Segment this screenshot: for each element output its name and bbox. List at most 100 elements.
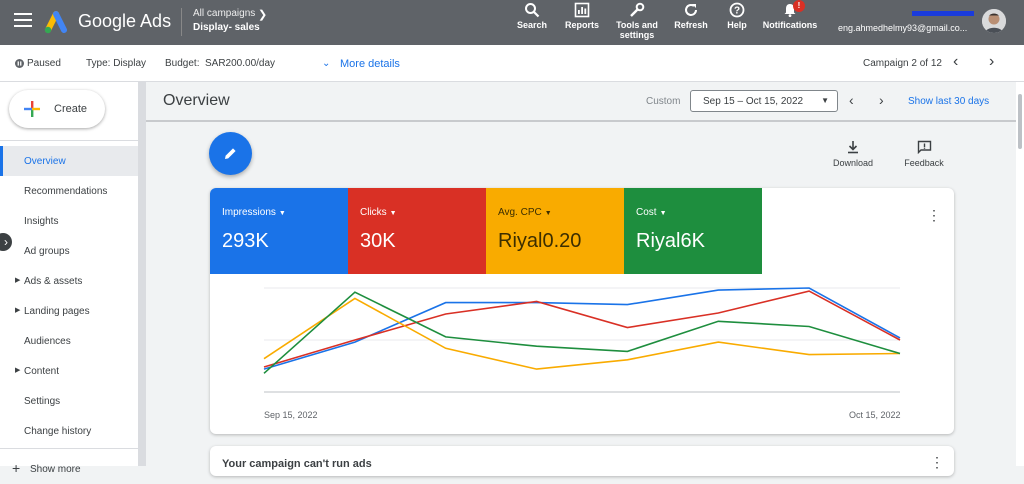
campaign-type: Type: Display (86, 58, 147, 69)
campaign-scope[interactable]: All campaigns (193, 8, 255, 19)
show-last-30-days-link[interactable]: Show last 30 days (908, 96, 989, 107)
series-line-clicks (263, 290, 901, 368)
help-icon: ? (729, 2, 745, 18)
prev-date-icon[interactable]: ‹ (849, 92, 854, 108)
more-options-icon[interactable]: ⋮ (927, 208, 941, 222)
google-ads-logo (44, 11, 67, 34)
more-details-link[interactable]: More details (340, 58, 400, 70)
feedback-label: Feedback (904, 158, 944, 168)
budget-value[interactable]: SAR200.00/day (205, 58, 275, 69)
sidebar-item-ads-assets[interactable]: ▶ Ads & assets (0, 266, 138, 296)
feedback-icon (917, 140, 931, 154)
account-email[interactable]: eng.ahmedhelmy93@gmail.co... (838, 23, 967, 33)
search-button[interactable]: Search (516, 2, 548, 30)
sidebar-item-label: Change history (24, 426, 92, 437)
next-campaign-icon[interactable]: › (989, 53, 994, 71)
x-tick-label-end: Oct 15, 2022 (849, 410, 901, 420)
metric-value: Riyal0.20 (498, 230, 582, 252)
dropdown-arrow-icon: ▼ (544, 210, 552, 217)
notification-badge: ! (793, 0, 805, 12)
dropdown-arrow-icon: ▼ (278, 210, 286, 217)
download-label: Download (832, 158, 874, 168)
reports-label: Reports (564, 20, 599, 30)
sidebar-item-label: Recommendations (24, 186, 108, 197)
metric-tile-clicks[interactable]: Clicks ▼ 30K (348, 188, 486, 274)
dropdown-arrow-icon: ▼ (821, 96, 829, 105)
account-highlight (912, 11, 974, 16)
budget-label: Budget: (165, 58, 200, 69)
pencil-icon (225, 148, 236, 159)
sidebar-divider (0, 140, 138, 141)
user-photo (982, 9, 1006, 33)
sidebar-item-show-more[interactable]: + Show more (0, 454, 138, 484)
metric-label: Cost (636, 207, 657, 218)
wrench-icon (630, 2, 645, 17)
download-button[interactable]: Download (830, 140, 876, 168)
refresh-button[interactable]: Refresh (672, 2, 710, 30)
create-button[interactable]: Create (9, 90, 105, 128)
next-date-icon[interactable]: › (879, 92, 884, 108)
prev-campaign-icon[interactable]: ‹ (953, 53, 958, 71)
metric-tile-avg-cpc[interactable]: Avg. CPC ▼ Riyal0.20 (486, 188, 624, 274)
menu-icon[interactable] (14, 13, 32, 31)
campaign-alert-card: Your campaign can't run ads ⋮ (210, 446, 954, 476)
sidebar-item-audiences[interactable]: Audiences (0, 326, 138, 356)
create-label: Create (54, 103, 88, 115)
performance-line-chart (263, 287, 901, 393)
sidebar-item-overview[interactable]: Overview (0, 146, 138, 176)
sidebar-item-label: Overview (24, 156, 66, 167)
brand-name: Google Ads (78, 11, 172, 31)
refresh-label: Refresh (674, 20, 708, 30)
tools-settings-label: Tools and settings (616, 20, 658, 40)
sidebar-divider (0, 448, 138, 449)
alert-title: Your campaign can't run ads (222, 458, 372, 470)
tools-settings-button[interactable]: Tools and settings (612, 2, 662, 40)
edit-button[interactable] (209, 132, 252, 175)
sidebar-item-label: Audiences (24, 336, 71, 347)
sidebar-item-ad-groups[interactable]: Ad groups (0, 236, 138, 266)
reports-button[interactable]: Reports (563, 2, 601, 30)
metric-label: Clicks (360, 207, 387, 218)
chevron-right-icon[interactable]: ❯ (258, 8, 267, 21)
help-button[interactable]: ? Help (722, 2, 752, 30)
refresh-icon (685, 4, 697, 16)
metric-tile-cost[interactable]: Cost ▼ Riyal6K (624, 188, 762, 274)
svg-text:?: ? (734, 6, 740, 17)
notifications-button[interactable]: ! Notifications (760, 0, 820, 30)
paused-icon (15, 59, 24, 68)
reports-icon (574, 2, 590, 18)
plus-icon: + (12, 460, 21, 476)
dropdown-arrow-icon: ▼ (389, 210, 397, 217)
campaign-info-bar: Paused Type: Display Budget: SAR200.00/d… (0, 45, 1024, 82)
sidebar-item-recommendations[interactable]: Recommendations (0, 176, 138, 206)
expand-arrow-icon: ▶ (15, 367, 21, 374)
sidebar-item-insights[interactable]: Insights (0, 206, 138, 236)
sidebar-item-content[interactable]: ▶ Content (0, 356, 138, 386)
avatar[interactable] (982, 9, 1006, 33)
campaign-counter: Campaign 2 of 12 (863, 58, 942, 69)
plus-icon (24, 101, 40, 117)
metric-tile-impressions[interactable]: Impressions ▼ 293K (210, 188, 348, 274)
sidebar-item-settings[interactable]: Settings (0, 386, 138, 416)
status-label: Paused (27, 58, 61, 69)
sidebar-item-landing-pages[interactable]: ▶ Landing pages (0, 296, 138, 326)
date-range-selector[interactable]: Sep 15 – Oct 15, 2022 ▼ (690, 90, 838, 112)
header-divider (181, 8, 182, 36)
sidebar-item-change-history[interactable]: Change history (0, 416, 138, 446)
sidebar-item-label: Ad groups (24, 246, 70, 257)
main-scrollbar[interactable] (1016, 82, 1024, 466)
sidebar-item-label: Insights (24, 216, 59, 227)
title-divider (146, 120, 1016, 122)
metric-value: 30K (360, 230, 396, 252)
sidebar-scrollbar[interactable] (138, 82, 146, 466)
campaign-name[interactable]: Display- sales (193, 22, 260, 33)
sidebar-item-label: Content (24, 366, 60, 377)
performance-card: Impressions ▼ 293K Clicks ▼ 30K Avg. CPC ▼ … (210, 188, 954, 434)
feedback-button[interactable]: Feedback (900, 140, 948, 168)
scrollbar-thumb[interactable] (1018, 94, 1022, 149)
chevron-down-icon[interactable]: ⌄ (322, 58, 330, 69)
more-options-icon[interactable]: ⋮ (930, 454, 944, 471)
sidebar-item-label: Landing pages (24, 306, 90, 317)
notifications-label: Notifications (762, 20, 818, 30)
date-range-value: Sep 15 – Oct 15, 2022 (703, 96, 804, 107)
